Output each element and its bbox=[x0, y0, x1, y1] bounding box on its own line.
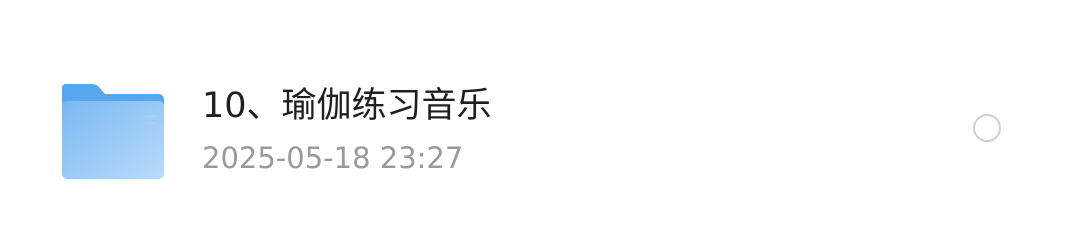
file-name: 10、瑜伽练习音乐 bbox=[202, 86, 492, 126]
folder-icon bbox=[62, 84, 164, 179]
select-radio-button[interactable] bbox=[973, 114, 1001, 142]
file-modified-date: 2025-05-18 23:27 bbox=[202, 141, 464, 175]
file-list-item[interactable]: 10、瑜伽练习音乐 2025-05-18 23:27 bbox=[0, 0, 1080, 240]
